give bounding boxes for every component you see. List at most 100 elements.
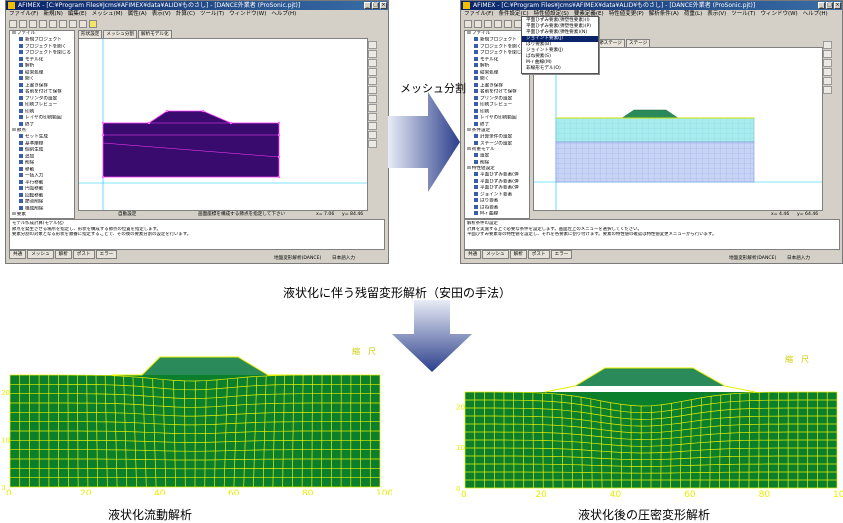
x-tick-label: 0 <box>461 490 467 498</box>
right-toolbar <box>461 18 842 29</box>
help-icon[interactable] <box>89 19 97 28</box>
menu-item[interactable]: ウィンドウ(W) <box>760 10 797 18</box>
save-icon[interactable] <box>29 19 37 28</box>
save-icon[interactable] <box>484 19 492 28</box>
eraser-tool-icon[interactable] <box>368 95 377 103</box>
right-menu-bar: ファイル(F) 条件設定(C) 特性値設定(S) 要素定義(E) 特性値変更(P) 解析条… <box>461 10 842 18</box>
open-file-icon[interactable] <box>19 19 27 28</box>
x-tick-label: 100 <box>376 489 392 495</box>
left-toolbar <box>6 18 388 29</box>
minimize-button[interactable]: _ <box>818 2 825 9</box>
menu-item[interactable]: 表示(V) <box>707 10 726 18</box>
menu-item[interactable]: 新規(N) <box>43 10 62 18</box>
rect-tool-icon[interactable] <box>368 113 377 121</box>
menu-item[interactable]: 属性(A) <box>128 10 147 18</box>
menu-item[interactable]: 特性値変更(P) <box>609 10 644 18</box>
menu-item[interactable]: ツール(T) <box>200 10 224 18</box>
menu-item[interactable]: ファイル(F) <box>9 10 38 18</box>
menu-item[interactable]: 解析条件(A) <box>649 10 679 18</box>
line-tool-icon[interactable] <box>368 50 377 58</box>
right-status-y: y= 64.46 <box>797 212 819 217</box>
left-status-mode: 自動設定 <box>118 212 137 217</box>
node-tool-icon[interactable] <box>368 77 377 85</box>
right-title-bar: AFIMEX - [C:¥Program Files¥Jcms¥AFIMEX¥d… <box>461 1 842 10</box>
right-status-x: x= 4.46 <box>771 212 790 217</box>
left-window-title: AFIMEX - [C:¥Program Files¥Jcms¥AFIMEX¥d… <box>18 2 301 9</box>
maximize-button[interactable]: □ <box>826 2 833 9</box>
right-footer-center: 地盤変形解析(DANCE) <box>729 256 777 261</box>
result-icon[interactable] <box>69 19 77 28</box>
menu-item[interactable]: 編集(E) <box>68 10 87 18</box>
middle-caption: 液状化に伴う残留変形解析（安田の手法） <box>283 286 512 300</box>
left-status-y: y= 84.46 <box>342 212 364 217</box>
brush-tool-icon[interactable] <box>368 68 377 76</box>
view-tab[interactable]: 解析モデル化 <box>137 30 172 38</box>
close-button[interactable]: × <box>834 2 841 9</box>
menu-item[interactable]: 荷重(L) <box>684 10 702 18</box>
mesh-embankment <box>142 357 268 375</box>
view-tab[interactable]: 形状設定 <box>78 30 103 38</box>
left-status-bar: 自動設定 画面座標を構成する節点を指定して下さい x= 7.06 y= 84.4… <box>78 211 378 218</box>
maximize-button[interactable]: □ <box>372 2 379 9</box>
right-drawing-tools <box>823 41 833 94</box>
dropdown-item[interactable]: 非線形モデル(O) <box>522 66 598 72</box>
pen-tool-icon[interactable] <box>368 59 377 67</box>
x-tick-label: 20 <box>535 490 547 498</box>
right-arrow-graphic <box>388 92 460 192</box>
open-file-icon[interactable] <box>474 19 482 28</box>
menu-item[interactable]: ヘルプ(H) <box>271 10 296 18</box>
pen-tool-icon[interactable] <box>823 59 832 67</box>
zoom-tool-icon[interactable] <box>368 140 377 148</box>
right-app-window: AFIMEX - [C:¥Program Files¥Jcms¥AFIMEX¥d… <box>460 0 843 264</box>
liquefaction-flow-mesh-plot: 0 20 40 60 80 100 0 10 20 縮 尺 <box>2 346 392 495</box>
circle-tool-icon[interactable] <box>368 122 377 130</box>
right-status-bar: x= 4.46 y= 64.46 <box>533 211 833 218</box>
left-menu-bar: ファイル(F) 新規(N) 編集(E) メッシュ(M) 属性(A) 表示(V) 計算(C) ツ… <box>6 10 388 18</box>
new-file-icon[interactable] <box>9 19 17 28</box>
x-tick-label: 40 <box>154 489 166 495</box>
arc-tool-icon[interactable] <box>823 86 832 94</box>
pencil-tool-icon[interactable] <box>368 41 377 49</box>
node-tool-icon[interactable] <box>823 77 832 85</box>
menu-item[interactable]: ファイル(F) <box>464 10 493 18</box>
left-title-bar: AFIMEX - [C:¥Program Files¥Jcms¥AFIMEX¥d… <box>6 1 388 10</box>
right-view-tabs: 節ステージ ステージ <box>596 39 651 47</box>
message-line: 平面ひずみ要素等の特性値を設定し、それを各要素に割り付けます。要素の特性値の確認… <box>467 232 717 237</box>
new-file-icon[interactable] <box>464 19 472 28</box>
menu-item[interactable]: 表示(V) <box>152 10 171 18</box>
consolidation-mesh-plot: 0 20 40 60 80 100 0 10 20 縮 尺 <box>456 354 843 498</box>
app-icon <box>463 2 470 9</box>
left-command-tree: ファイル新規プロジェクトプロジェクトを開くプロジェクトを閉じるモデル化解析結果処… <box>9 30 75 219</box>
select-tool-icon[interactable] <box>368 104 377 112</box>
close-button[interactable]: × <box>380 2 387 9</box>
left-drawing-canvas[interactable] <box>78 38 368 211</box>
move-tool-icon[interactable] <box>368 131 377 139</box>
view-tab[interactable]: メッシュ分割 <box>103 30 137 38</box>
model-icon[interactable] <box>494 19 502 28</box>
line-tool-icon[interactable] <box>823 50 832 58</box>
menu-item[interactable]: ウィンドウ(W) <box>229 10 266 18</box>
mesh-division-caption: メッシュ分割 <box>400 82 466 95</box>
print-icon[interactable] <box>79 19 87 28</box>
brush-tool-icon[interactable] <box>823 68 832 76</box>
y-tick-label: 10 <box>456 444 465 452</box>
menu-item[interactable]: 計算(C) <box>176 10 195 18</box>
arc-tool-icon[interactable] <box>368 86 377 94</box>
view-tab[interactable]: ステージ <box>625 39 651 47</box>
analysis-icon[interactable] <box>59 19 67 28</box>
mesh-icon[interactable] <box>49 19 57 28</box>
left-status-x: x= 7.06 <box>316 212 335 217</box>
model-icon[interactable] <box>39 19 47 28</box>
mesh-icon[interactable] <box>504 19 512 28</box>
pencil-tool-icon[interactable] <box>823 41 832 49</box>
right-message-pane: 解析条件の設定 計算を実施する上で必要な条件を設定します。画面左上のメニューを選択… <box>464 219 840 250</box>
scale-label: 縮 尺 <box>785 354 809 364</box>
right-window-title: AFIMEX - [C:¥Program Files¥Jcms¥AFIMEX¥d… <box>473 2 756 9</box>
minimize-button[interactable]: _ <box>364 2 371 9</box>
left-footer: 地盤変形解析(DANCE) 日本語入力 <box>6 255 388 262</box>
view-tab[interactable]: 節ステージ <box>596 39 625 47</box>
menu-item[interactable]: ヘルプ(H) <box>803 10 828 18</box>
menu-item[interactable]: ツール(T) <box>731 10 755 18</box>
left-model-drawing <box>79 39 367 210</box>
menu-item[interactable]: メッシュ(M) <box>92 10 123 18</box>
